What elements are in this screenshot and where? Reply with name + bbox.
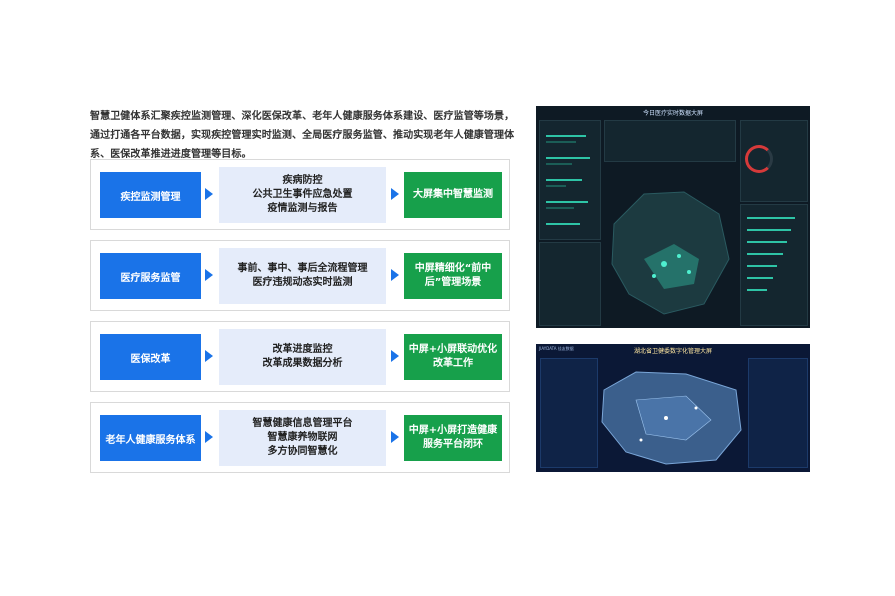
arrow-right-icon <box>391 269 399 281</box>
dashboard-title: 今日医疗实时数据大屏 <box>642 110 703 117</box>
dashboard-screenshot-1: 今日医疗实时数据大屏 <box>536 106 810 328</box>
right-bars-panel <box>740 204 808 326</box>
right-ring-panel <box>740 120 808 202</box>
category-box: 老年人健康服务体系 <box>100 415 201 461</box>
left-list-panel <box>540 358 598 468</box>
dashboard-title: 湖北省卫健委数字化管理大屏 <box>633 348 712 355</box>
description-box: 疾病防控 公共卫生事件应急处置 疫情监测与报告 <box>219 167 386 223</box>
region-map <box>611 191 730 315</box>
description-box: 事前、事中、事后全流程管理 医疗违规动态实时监测 <box>219 248 386 304</box>
result-box: 中屏+小屏打造健康服务平台闭环 <box>404 415 502 461</box>
arrow-right-icon <box>391 188 399 200</box>
category-box: 疾控监测管理 <box>100 172 201 218</box>
right-chart-panel <box>748 358 808 468</box>
result-box: 大屏集中智慧监测 <box>404 172 502 218</box>
province-map <box>601 371 742 465</box>
arrow-right-icon <box>391 350 399 362</box>
arrow-right-icon <box>205 431 213 443</box>
left-stats-panel <box>539 120 601 240</box>
flow-row-3: 医保改革 改革进度监控 改革成果数据分析 中屏+小屏联动优化改革工作 <box>90 321 510 392</box>
flow-row-1: 疾控监测管理 疾病防控 公共卫生事件应急处置 疫情监测与报告 大屏集中智慧监测 <box>90 159 510 230</box>
left-grid-panel <box>539 242 601 326</box>
arrow-right-icon <box>391 431 399 443</box>
intro-text: 智慧卫健体系汇聚疾控监测管理、深化医保改革、老年人健康服务体系建设、医疗监管等场… <box>90 111 515 160</box>
category-box: 医疗服务监管 <box>100 253 201 299</box>
dashboard-screenshot-2: 湖北省卫健委数字化管理大屏 JIAYDATA 佳友数据 <box>536 344 810 472</box>
arrow-right-icon <box>205 188 213 200</box>
description-box: 改革进度监控 改革成果数据分析 <box>219 329 386 385</box>
description-box: 智慧健康信息管理平台 智慧康养物联网 多方协同智慧化 <box>219 410 386 466</box>
flow-row-4: 老年人健康服务体系 智慧健康信息管理平台 智慧康养物联网 多方协同智慧化 中屏+… <box>90 402 510 473</box>
arrow-right-icon <box>205 269 213 281</box>
top-kpi-panel <box>604 120 736 162</box>
result-box: 中屏+小屏联动优化改革工作 <box>404 334 502 380</box>
result-box: 中屏精细化“前中后”管理场景 <box>404 253 502 299</box>
flow-row-2: 医疗服务监管 事前、事中、事后全流程管理 医疗违规动态实时监测 中屏精细化“前中… <box>90 240 510 311</box>
brand-logo: JIAYDATA 佳友数据 <box>539 346 574 351</box>
arrow-right-icon <box>205 350 213 362</box>
category-box: 医保改革 <box>100 334 201 380</box>
